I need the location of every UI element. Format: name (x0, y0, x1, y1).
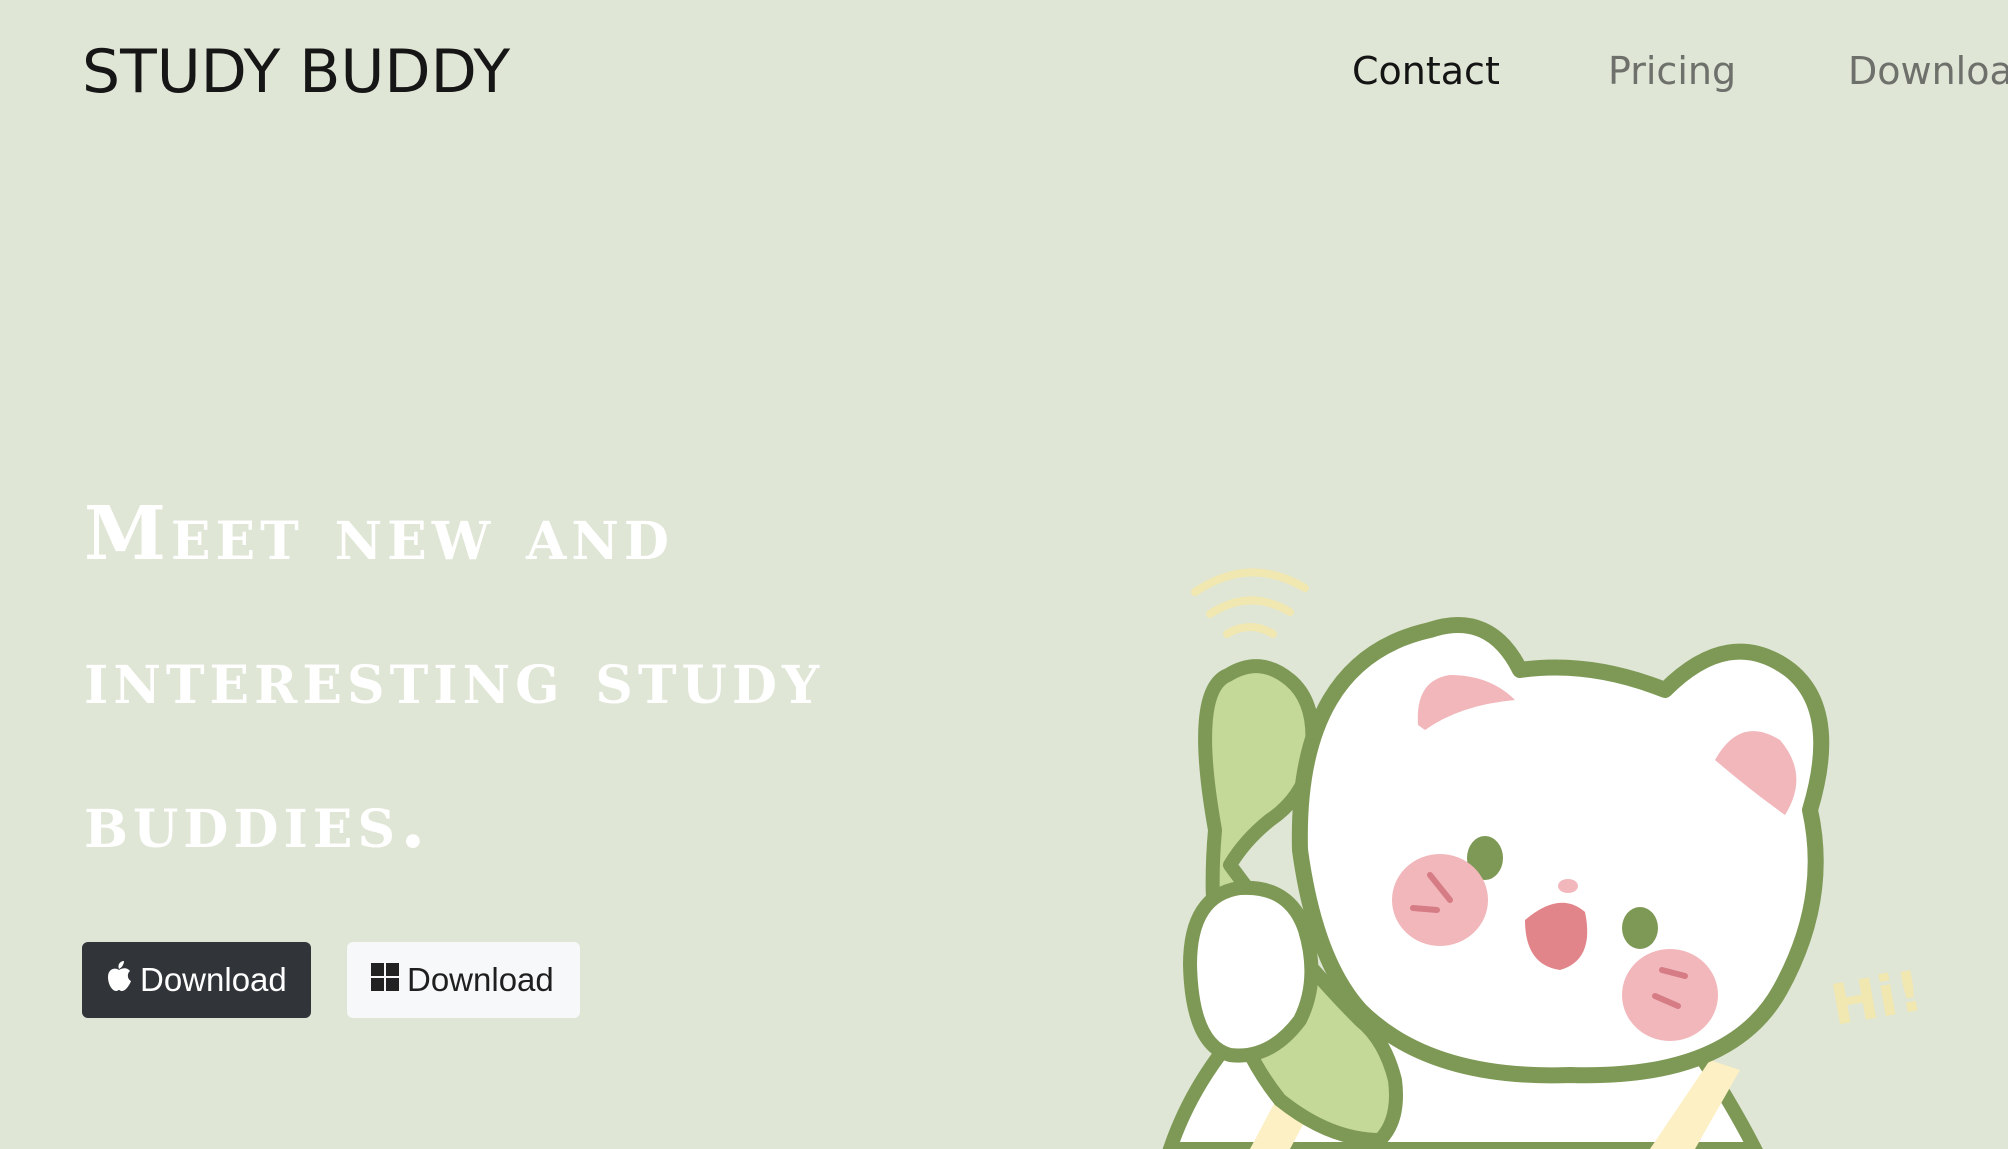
landing-page: STUDY BUDDY Contact Pricing Download Mee… (0, 0, 2008, 1149)
bear-right-eye (1622, 907, 1658, 949)
brand-logo[interactable]: STUDY BUDDY (82, 30, 510, 114)
hero-headline: Meet new and interesting study buddies. (84, 462, 1064, 894)
bear-paw (1182, 880, 1319, 1063)
ringing-waves-icon (1191, 568, 1309, 638)
hero-headline-line-1: Meet new and (84, 491, 674, 577)
download-mac-button[interactable]: Download (82, 942, 311, 1018)
download-mac-label: Download (140, 961, 287, 998)
bear-head (1291, 617, 1830, 1084)
hero-headline-line-2: interesting study (84, 635, 825, 721)
windows-icon (371, 961, 399, 999)
download-windows-button[interactable]: Download (347, 942, 580, 1018)
hero-headline-line-3: buddies. (84, 779, 431, 865)
bear-right-cheek (1622, 949, 1718, 1041)
nav-download-link[interactable]: Download (1848, 44, 2008, 98)
nav-pricing-link[interactable]: Pricing (1608, 44, 1736, 98)
download-windows-label: Download (407, 961, 554, 998)
bear-phone-illustration: Hi! (1162, 568, 1928, 1149)
nav-contact-link[interactable]: Contact (1352, 44, 1500, 98)
hi-doodle-text: Hi! (1826, 959, 1928, 1039)
apple-icon (106, 961, 132, 999)
bear-left-cheek (1392, 854, 1488, 946)
